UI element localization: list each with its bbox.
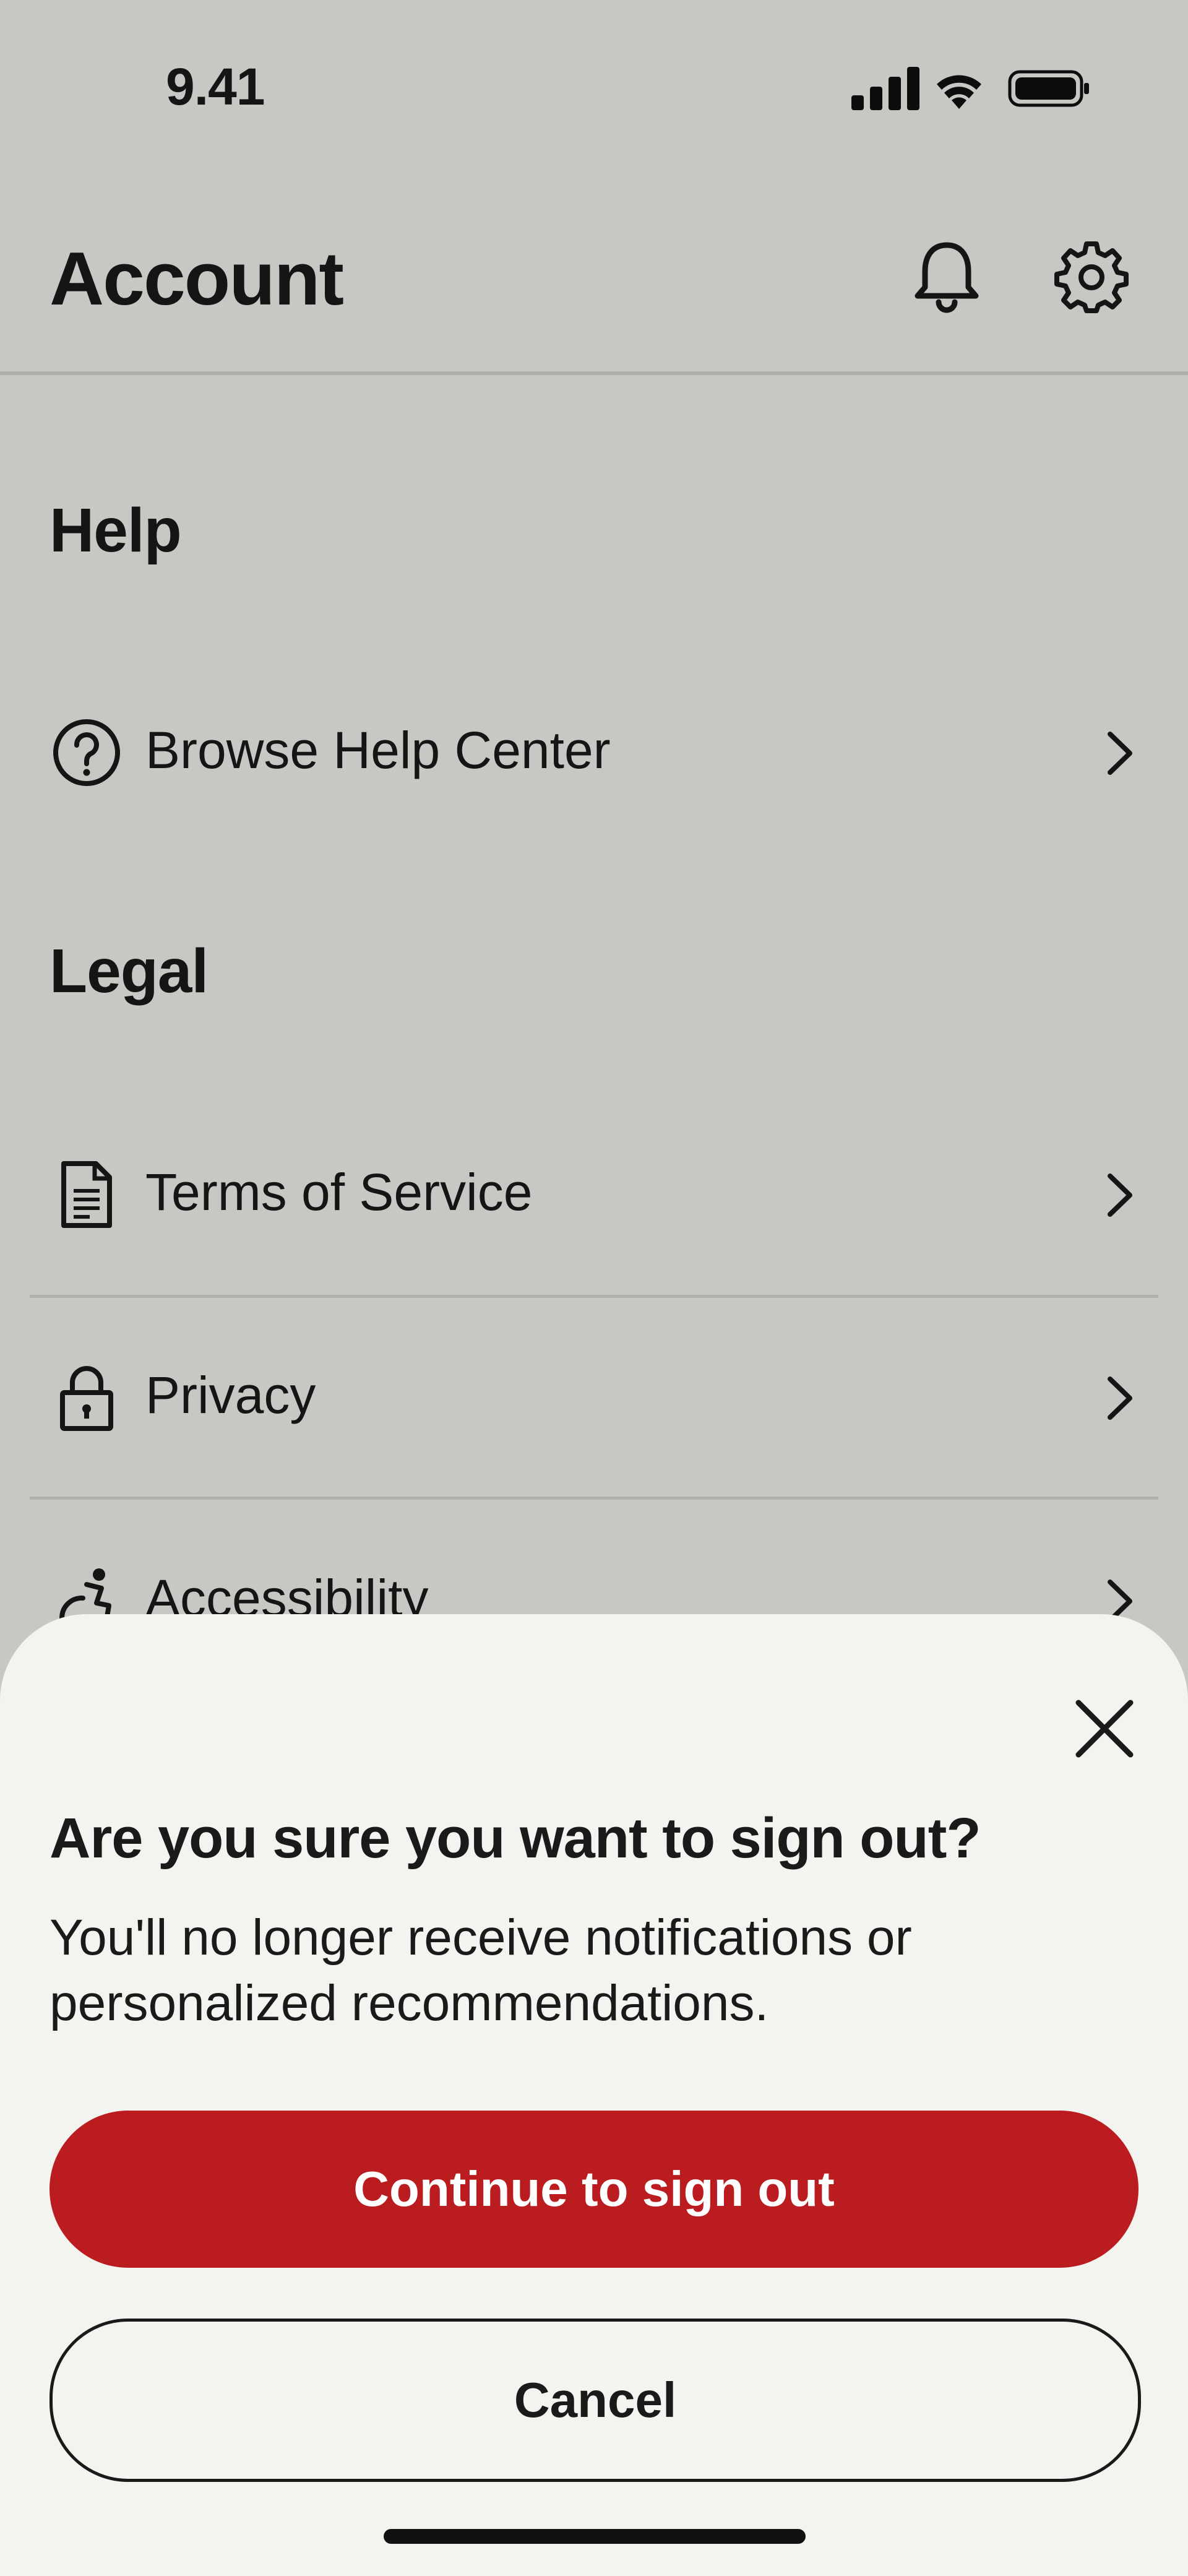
home-indicator[interactable] [384, 2529, 806, 2544]
close-icon [1075, 1700, 1134, 1758]
account-screen: 9.41 Account Help Browse Help Center Leg… [0, 0, 1188, 2576]
continue-sign-out-label: Continue to sign out [353, 2161, 835, 2216]
cancel-button[interactable]: Cancel [50, 2319, 1141, 2482]
sign-out-bottom-sheet: Are you sure you want to sign out? You'l… [0, 1614, 1188, 2576]
close-button[interactable] [1052, 1676, 1157, 1781]
cancel-label: Cancel [514, 2372, 677, 2427]
dialog-title: Are you sure you want to sign out? [50, 1807, 981, 1870]
continue-sign-out-button[interactable]: Continue to sign out [50, 2111, 1138, 2268]
dialog-message: You'll no longer receive notifications o… [50, 1909, 912, 2031]
